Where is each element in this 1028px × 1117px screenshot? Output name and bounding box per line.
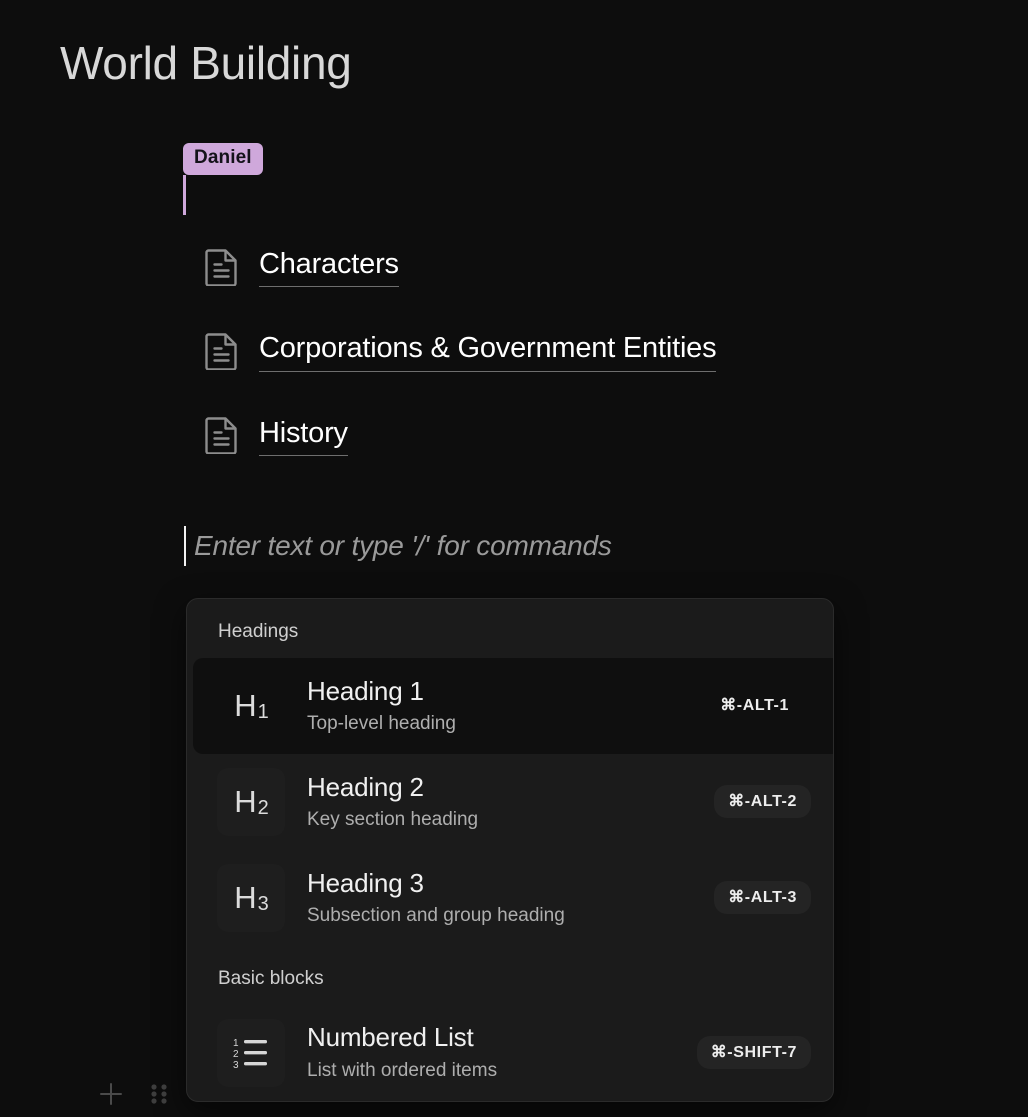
doc-link-label[interactable]: Characters [259, 246, 399, 288]
menu-item-title: Heading 3 [307, 867, 424, 898]
menu-item-title: Numbered List [307, 1022, 474, 1053]
collaborator-caret [183, 175, 186, 215]
menu-item-title: Heading 2 [307, 771, 424, 802]
document-icon [205, 416, 239, 455]
menu-item-shortcut: ⌘-ALT-1 [720, 697, 789, 715]
slash-command-menu: Headings H1 Heading 1 Top-level heading … [186, 598, 834, 1102]
heading-3-icon: H3 [217, 863, 285, 932]
menu-item-title: Heading 1 [307, 675, 424, 706]
doc-link-label[interactable]: Corporations & Government Entities [259, 330, 717, 372]
editor-placeholder-row[interactable]: Enter text or type '/' for commands [184, 526, 612, 566]
doc-link-history[interactable]: History [205, 415, 965, 456]
svg-text:1: 1 [233, 1038, 239, 1049]
numbered-list-icon: 1 2 3 [217, 1018, 285, 1087]
document-icon [205, 248, 239, 286]
collaborator-name-label: Daniel [183, 143, 263, 175]
menu-section-basic-blocks-title: Basic blocks [218, 967, 324, 989]
heading-1-icon: H1 [234, 688, 269, 724]
menu-item-numbered-list[interactable]: 1 2 3 Numbered List List with ordered it… [187, 1005, 833, 1101]
svg-text:2: 2 [233, 1049, 239, 1060]
menu-item-text: Numbered List List with ordered items [307, 1022, 697, 1082]
menu-item-shortcut: ⌘-SHIFT-7 [696, 1036, 811, 1070]
menu-item-text: Heading 1 Top-level heading [307, 676, 706, 736]
doc-link-characters[interactable]: Characters [205, 246, 965, 288]
text-cursor [184, 526, 186, 566]
page-title: World Building [60, 37, 352, 89]
menu-item-description: Top-level heading [307, 713, 456, 735]
menu-item-text: Heading 2 Key section heading [307, 772, 714, 832]
menu-item-text: Heading 3 Subsection and group heading [307, 868, 714, 928]
plus-icon[interactable] [96, 1079, 126, 1109]
menu-item-description: List with ordered items [307, 1060, 498, 1082]
block-controls [96, 1079, 174, 1109]
menu-item-heading-1[interactable]: H1 Heading 1 Top-level heading ⌘-ALT-1 [193, 657, 833, 754]
drag-handle-icon[interactable] [144, 1079, 174, 1109]
collaborator-cursor: Daniel [183, 143, 263, 215]
doc-link-corporations[interactable]: Corporations & Government Entities [205, 330, 965, 372]
menu-item-shortcut: ⌘-ALT-3 [714, 881, 811, 915]
menu-section-headings-title: Headings [218, 621, 299, 642]
document-link-list: Characters Corporations & Government Ent… [205, 246, 965, 499]
editor-placeholder-text: Enter text or type '/' for commands [194, 530, 612, 562]
menu-item-heading-2[interactable]: H2 Heading 2 Key section heading ⌘-ALT-2 [187, 754, 833, 850]
menu-item-shortcut: ⌘-ALT-2 [714, 785, 811, 819]
doc-link-label[interactable]: History [259, 415, 348, 456]
menu-item-description: Key section heading [307, 809, 479, 831]
document-icon [205, 332, 239, 370]
heading-2-icon: H2 [217, 767, 285, 836]
menu-item-heading-3[interactable]: H3 Heading 3 Subsection and group headin… [187, 850, 833, 946]
menu-item-description: Subsection and group heading [307, 905, 565, 927]
svg-text:3: 3 [233, 1060, 239, 1071]
